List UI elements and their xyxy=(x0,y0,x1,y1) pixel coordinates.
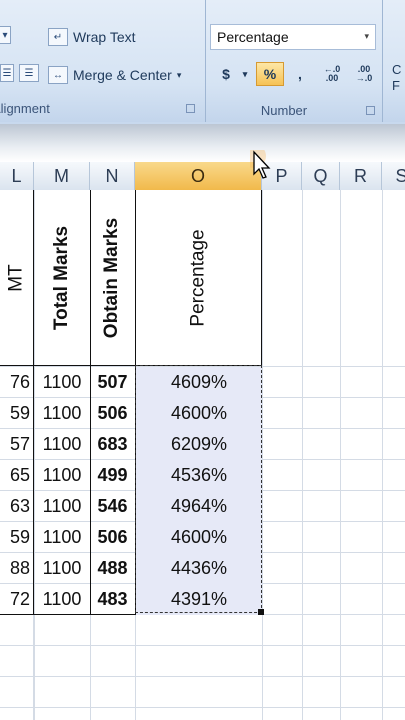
merge-center-label: Merge & Center xyxy=(73,67,172,83)
decrease-indent-icon[interactable]: ☰ xyxy=(0,64,14,82)
comma-icon: , xyxy=(298,66,302,82)
increase-decimal-icon: ←.0 .00 xyxy=(323,64,343,83)
dropdown-arrow-icon: ▾ xyxy=(0,26,11,44)
merge-center-button[interactable]: ↔ Merge & Center ▾ xyxy=(48,66,181,84)
percent-icon: % xyxy=(263,66,277,82)
wrap-text-label: Wrap Text xyxy=(73,29,136,45)
conditional-formatting-button[interactable]: C F xyxy=(392,62,401,94)
wrap-text-icon: ↵ xyxy=(48,28,68,46)
indent-buttons[interactable]: ☰ ☰ xyxy=(0,64,39,82)
chevron-down-icon[interactable]: ▾ xyxy=(177,70,182,81)
merge-center-icon: ↔ xyxy=(48,66,68,84)
number-format-value: Percentage xyxy=(217,29,289,45)
header-cell-L[interactable]: MT xyxy=(0,190,34,366)
cell-O[interactable]: 4600% xyxy=(136,398,262,429)
cell-M[interactable]: 1100 xyxy=(34,522,90,553)
increase-indent-icon[interactable]: ☰ xyxy=(19,64,39,82)
cell-N[interactable]: 546 xyxy=(90,491,135,522)
alignment-group: ▾ ☰ ☰ ↵ Wrap Text ↔ Merge & Center ▾ Ali… xyxy=(0,0,206,122)
cell-L[interactable]: 63 xyxy=(0,491,34,522)
header-obtain-marks-label: Obtain Marks xyxy=(101,217,123,339)
ribbon: ▾ ☰ ☰ ↵ Wrap Text ↔ Merge & Center ▾ Ali… xyxy=(0,0,405,124)
cell-N[interactable]: 683 xyxy=(90,429,135,460)
decrease-decimal-icon: .00 →.0 xyxy=(355,64,373,83)
number-dialog-launcher-icon[interactable] xyxy=(366,106,375,115)
cell-N[interactable]: 488 xyxy=(90,553,135,584)
cell-L[interactable]: 57 xyxy=(0,429,34,460)
mouse-cursor-icon xyxy=(250,150,271,179)
cell-O[interactable]: 4391% xyxy=(136,584,262,615)
number-format-dropdown[interactable]: Percentage ▾ xyxy=(210,24,376,50)
cell-O[interactable]: 4609% xyxy=(136,367,262,398)
cell-L[interactable]: 59 xyxy=(0,522,34,553)
styles-group xyxy=(383,0,405,122)
cell-M[interactable]: 1100 xyxy=(34,367,90,398)
chevron-down-icon: ▾ xyxy=(364,31,369,41)
cell-M[interactable]: 1100 xyxy=(34,398,90,429)
header-cell-O[interactable]: Percentage xyxy=(135,190,262,366)
formula-bar-shadow xyxy=(0,124,405,162)
currency-icon: $ xyxy=(222,66,230,82)
header-cell-M[interactable]: Total Marks xyxy=(34,190,90,366)
alignment-dialog-launcher-icon[interactable] xyxy=(186,104,195,113)
cell-N[interactable]: 499 xyxy=(90,460,135,491)
cell-O[interactable]: 4536% xyxy=(136,460,262,491)
cell-O[interactable]: 4600% xyxy=(136,522,262,553)
header-cell-N[interactable]: Obtain Marks xyxy=(90,190,135,366)
cell-M[interactable]: 1100 xyxy=(34,584,90,615)
number-group-label: Number xyxy=(260,103,308,118)
header-total-marks-label: Total Marks xyxy=(51,225,72,331)
column-header-O[interactable]: O xyxy=(135,162,262,190)
cell-O[interactable]: 6209% xyxy=(136,429,262,460)
alignment-group-label: Alignment xyxy=(0,101,50,116)
cell-L[interactable]: 59 xyxy=(0,398,34,429)
align-options-dropdown[interactable]: ▾ xyxy=(0,26,11,44)
cell-M[interactable]: 1100 xyxy=(34,553,90,584)
header-percentage-label: Percentage xyxy=(187,229,209,327)
cell-N[interactable]: 507 xyxy=(90,367,135,398)
cell-L[interactable]: 76 xyxy=(0,367,34,398)
comma-style-button[interactable]: , xyxy=(290,62,310,86)
column-header-R[interactable]: R xyxy=(340,162,382,190)
wrap-text-button[interactable]: ↵ Wrap Text xyxy=(48,28,136,46)
cell-O[interactable]: 4436% xyxy=(136,553,262,584)
currency-dropdown[interactable]: ▾ xyxy=(239,62,251,86)
column-header-L[interactable]: L xyxy=(0,162,34,190)
fill-handle[interactable] xyxy=(258,609,264,615)
cell-L[interactable]: 88 xyxy=(0,553,34,584)
header-mt-label: MT xyxy=(6,264,27,292)
cell-N[interactable]: 483 xyxy=(90,584,135,615)
cell-M[interactable]: 1100 xyxy=(34,460,90,491)
percent-style-button[interactable]: % xyxy=(256,62,284,86)
column-header-N[interactable]: N xyxy=(90,162,135,190)
cell-L[interactable]: 65 xyxy=(0,460,34,491)
column-header-S[interactable]: S xyxy=(382,162,405,190)
column-header-Q[interactable]: Q xyxy=(302,162,340,190)
cell-O[interactable]: 4964% xyxy=(136,491,262,522)
column-header-M[interactable]: M xyxy=(34,162,90,190)
conditional-formatting-label: C F xyxy=(392,62,402,93)
decrease-decimal-button[interactable]: .00 →.0 xyxy=(350,62,378,86)
cell-N[interactable]: 506 xyxy=(90,522,135,553)
currency-button[interactable]: $ xyxy=(214,62,238,86)
increase-decimal-button[interactable]: ←.0 .00 xyxy=(318,62,346,86)
cell-L[interactable]: 72 xyxy=(0,584,34,615)
cell-M[interactable]: 1100 xyxy=(34,429,90,460)
column-header-row: L M N O P Q R S xyxy=(0,162,405,191)
cell-M[interactable]: 1100 xyxy=(34,491,90,522)
cell-N[interactable]: 506 xyxy=(90,398,135,429)
